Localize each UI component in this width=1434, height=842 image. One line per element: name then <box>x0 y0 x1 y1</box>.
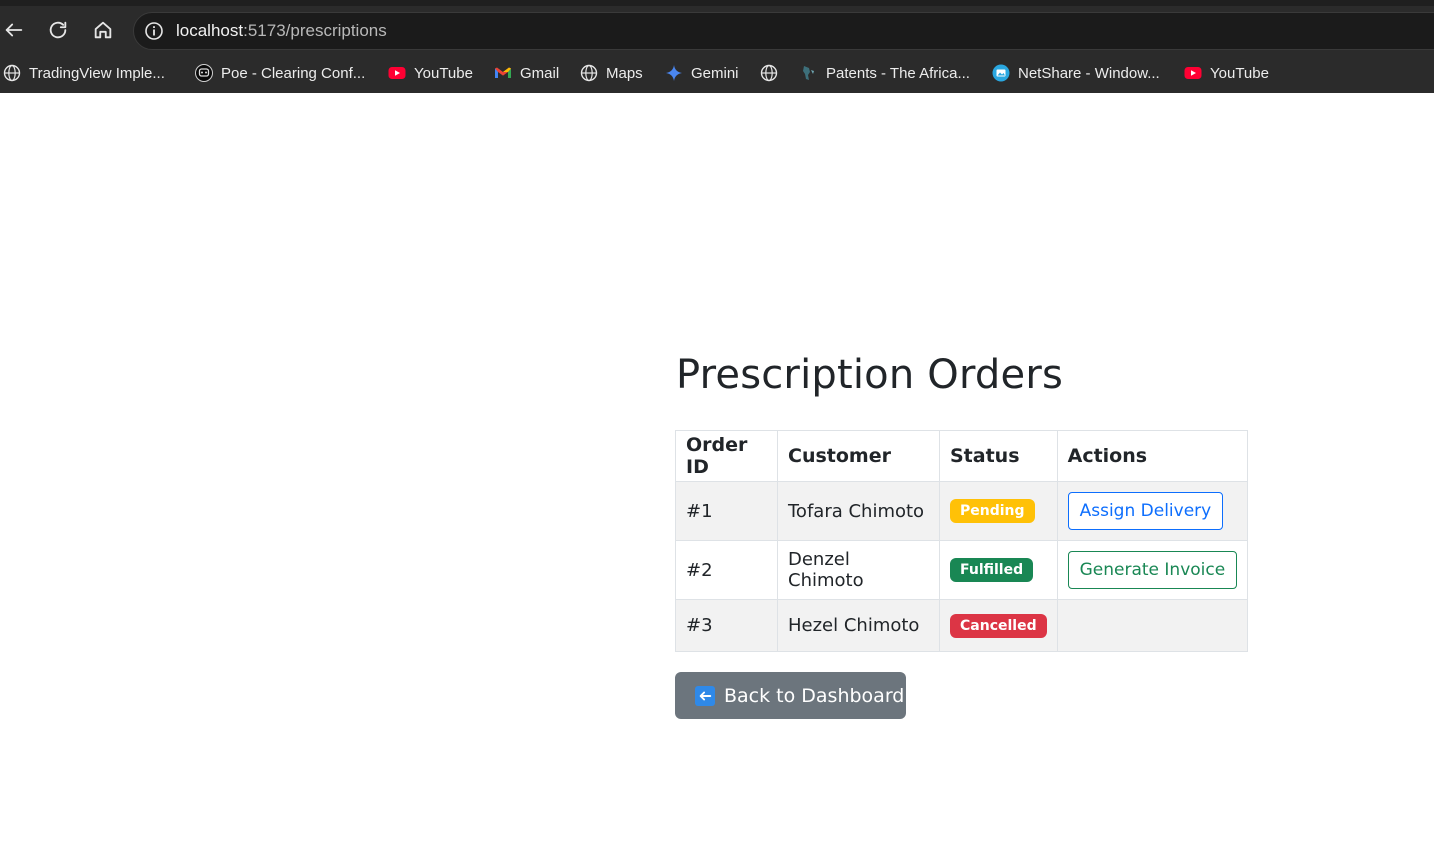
site-info-icon[interactable] <box>144 21 164 41</box>
tab-strip <box>0 0 1434 6</box>
bookmark-label: Poe - Clearing Conf... <box>221 64 366 82</box>
bookmark-label: Patents - The Africa... <box>826 64 970 82</box>
url-path: :5173/prescriptions <box>243 21 387 40</box>
bookmark-label: Gemini <box>691 64 739 82</box>
status-badge: Cancelled <box>950 613 1047 638</box>
address-bar[interactable]: localhost:5173/prescriptions <box>133 12 1434 50</box>
assign-delivery-button[interactable]: Assign Delivery <box>1067 492 1224 530</box>
bookmark-gmail[interactable]: Gmail <box>494 59 559 87</box>
bookmark-label: NetShare - Window... <box>1018 64 1160 82</box>
order-id-cell: #1 <box>675 481 778 541</box>
bookmark-patents[interactable]: Patents - The Africa... <box>800 59 970 87</box>
actions-cell: Generate Invoice <box>1056 540 1249 600</box>
poe-icon <box>195 64 213 82</box>
bookmark-youtube-1[interactable]: YouTube <box>388 59 473 87</box>
bookmark-label: Maps <box>606 64 643 82</box>
header-status: Status <box>939 430 1058 482</box>
generate-invoice-button[interactable]: Generate Invoice <box>1067 551 1238 589</box>
reload-icon <box>49 21 67 39</box>
status-cell: Cancelled <box>939 599 1058 652</box>
customer-cell: Hezel Chimoto <box>777 599 940 652</box>
globe-icon <box>760 64 778 82</box>
gmail-icon <box>494 64 512 82</box>
customer-cell: Denzel Chimoto <box>777 540 940 600</box>
browser-back-button[interactable] <box>0 16 28 44</box>
table-row: #1 Tofara Chimoto Pending Assign Deliver… <box>675 481 1249 541</box>
customer-cell: Tofara Chimoto <box>777 481 940 541</box>
order-id-cell: #2 <box>675 540 778 600</box>
bookmark-youtube-2[interactable]: YouTube <box>1184 59 1269 87</box>
header-actions: Actions <box>1056 430 1249 482</box>
bookmark-netshare[interactable]: NetShare - Window... <box>992 59 1160 87</box>
netshare-icon <box>992 64 1010 82</box>
bookmark-globe[interactable] <box>760 59 786 87</box>
browser-chrome: localhost:5173/prescriptions TradingView… <box>0 0 1434 93</box>
status-cell: Pending <box>939 481 1058 541</box>
bookmark-poe[interactable]: Poe - Clearing Conf... <box>195 59 365 87</box>
bookmark-maps[interactable]: Maps <box>580 59 643 87</box>
actions-cell: Assign Delivery <box>1056 481 1249 541</box>
bookmark-label: YouTube <box>414 64 473 82</box>
youtube-icon <box>388 64 406 82</box>
browser-home-button[interactable] <box>89 16 117 44</box>
actions-cell <box>1056 599 1249 652</box>
bookmark-gemini[interactable]: Gemini <box>665 59 739 87</box>
table-header-row: Order ID Customer Status Actions <box>675 430 1249 482</box>
browser-reload-button[interactable] <box>44 16 72 44</box>
table-row: #2 Denzel Chimoto Fulfilled Generate Inv… <box>675 540 1249 600</box>
header-order-id: Order ID <box>675 430 778 482</box>
page-title: Prescription Orders <box>676 352 1064 398</box>
back-to-dashboard-label: Back to Dashboard <box>724 684 905 707</box>
url-host: localhost <box>176 21 244 40</box>
header-customer: Customer <box>777 430 940 482</box>
home-icon <box>94 21 112 39</box>
bookmark-label: Gmail <box>520 64 560 82</box>
globe-icon <box>3 64 21 82</box>
status-cell: Fulfilled <box>939 540 1058 600</box>
bookmark-label: TradingView Imple... <box>29 64 165 82</box>
youtube-icon <box>1184 64 1202 82</box>
gemini-icon <box>665 64 683 82</box>
arrow-left-icon <box>695 685 715 706</box>
order-id-cell: #3 <box>675 599 778 652</box>
bookmark-label: YouTube <box>1210 64 1269 82</box>
table-row: #3 Hezel Chimoto Cancelled <box>675 599 1249 652</box>
orders-table: Order ID Customer Status Actions #1 Tofa… <box>675 430 1249 652</box>
patents-icon <box>800 64 818 82</box>
globe-icon <box>580 64 598 82</box>
status-badge: Fulfilled <box>950 558 1034 582</box>
back-to-dashboard-button[interactable]: Back to Dashboard <box>675 672 906 719</box>
arrow-left-icon <box>5 23 23 37</box>
url-text[interactable]: localhost:5173/prescriptions <box>176 21 387 41</box>
bookmark-tradingview[interactable]: TradingView Imple... <box>3 59 165 87</box>
status-badge: Pending <box>950 499 1035 523</box>
bookmarks-bar: TradingView Imple... Poe - Clearing Conf… <box>0 59 1434 87</box>
